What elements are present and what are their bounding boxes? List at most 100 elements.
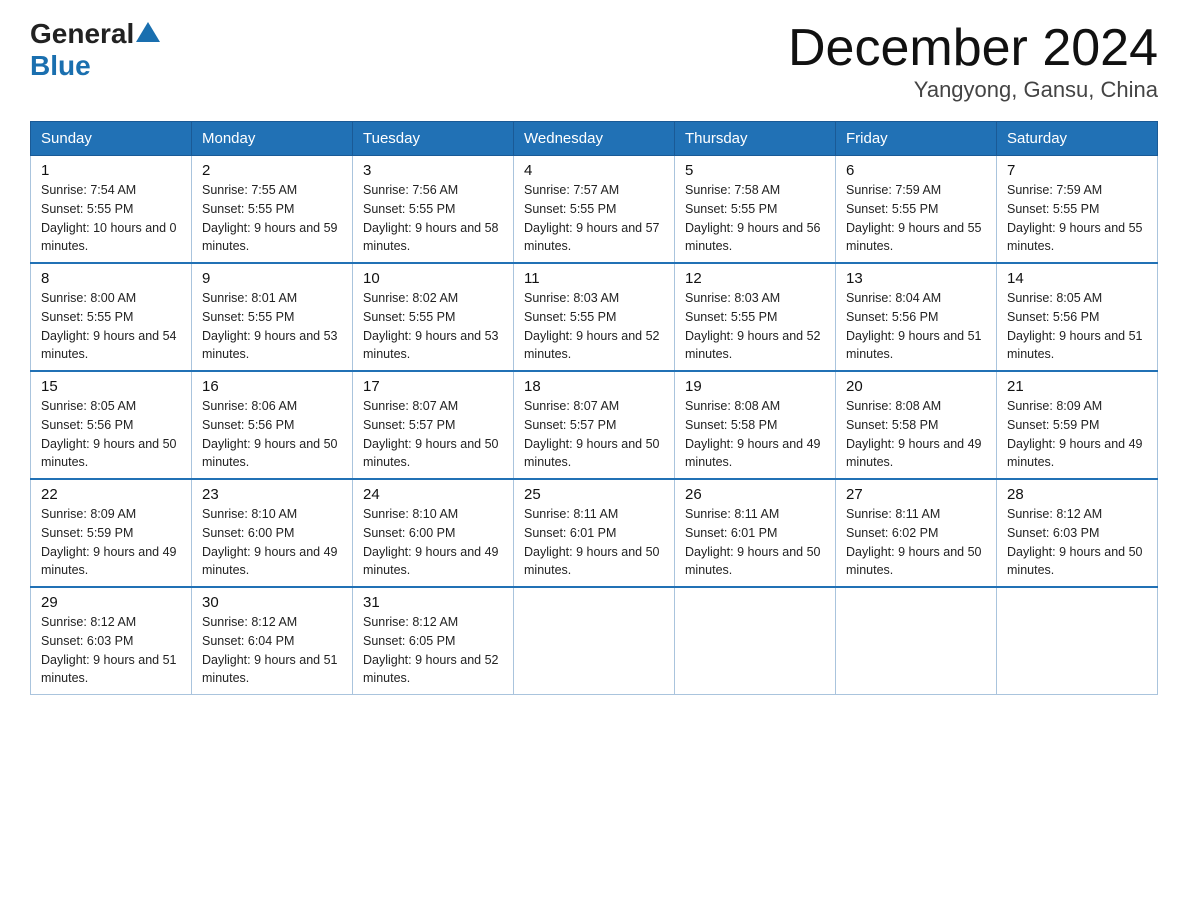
day-number: 6 bbox=[846, 162, 986, 179]
day-info: Sunrise: 7:59 AMSunset: 5:55 PMDaylight:… bbox=[846, 183, 982, 253]
day-info: Sunrise: 8:11 AMSunset: 6:02 PMDaylight:… bbox=[846, 507, 982, 577]
col-friday: Friday bbox=[836, 122, 997, 156]
day-info: Sunrise: 8:05 AMSunset: 5:56 PMDaylight:… bbox=[41, 399, 177, 469]
day-info: Sunrise: 7:56 AMSunset: 5:55 PMDaylight:… bbox=[363, 183, 499, 253]
day-info: Sunrise: 8:05 AMSunset: 5:56 PMDaylight:… bbox=[1007, 291, 1143, 361]
day-number: 24 bbox=[363, 486, 503, 503]
day-number: 31 bbox=[363, 594, 503, 611]
day-info: Sunrise: 8:07 AMSunset: 5:57 PMDaylight:… bbox=[363, 399, 499, 469]
title-area: December 2024 Yangyong, Gansu, China bbox=[788, 20, 1158, 103]
day-info: Sunrise: 8:03 AMSunset: 5:55 PMDaylight:… bbox=[524, 291, 660, 361]
calendar-week-row: 8 Sunrise: 8:00 AMSunset: 5:55 PMDayligh… bbox=[31, 263, 1158, 371]
calendar-week-row: 22 Sunrise: 8:09 AMSunset: 5:59 PMDaylig… bbox=[31, 479, 1158, 587]
day-number: 3 bbox=[363, 162, 503, 179]
location-subtitle: Yangyong, Gansu, China bbox=[788, 77, 1158, 103]
day-info: Sunrise: 8:12 AMSunset: 6:05 PMDaylight:… bbox=[363, 615, 499, 685]
day-number: 14 bbox=[1007, 270, 1147, 287]
day-number: 30 bbox=[202, 594, 342, 611]
calendar-body: 1 Sunrise: 7:54 AMSunset: 5:55 PMDayligh… bbox=[31, 156, 1158, 695]
day-info: Sunrise: 7:59 AMSunset: 5:55 PMDaylight:… bbox=[1007, 183, 1143, 253]
calendar-week-row: 1 Sunrise: 7:54 AMSunset: 5:55 PMDayligh… bbox=[31, 156, 1158, 264]
calendar-day-cell: 26 Sunrise: 8:11 AMSunset: 6:01 PMDaylig… bbox=[675, 479, 836, 587]
calendar-day-cell: 15 Sunrise: 8:05 AMSunset: 5:56 PMDaylig… bbox=[31, 371, 192, 479]
day-info: Sunrise: 8:01 AMSunset: 5:55 PMDaylight:… bbox=[202, 291, 338, 361]
calendar-day-cell: 14 Sunrise: 8:05 AMSunset: 5:56 PMDaylig… bbox=[997, 263, 1158, 371]
day-number: 20 bbox=[846, 378, 986, 395]
header-row: Sunday Monday Tuesday Wednesday Thursday… bbox=[31, 122, 1158, 156]
calendar-day-cell bbox=[997, 587, 1158, 695]
calendar-day-cell: 21 Sunrise: 8:09 AMSunset: 5:59 PMDaylig… bbox=[997, 371, 1158, 479]
day-number: 22 bbox=[41, 486, 181, 503]
calendar-day-cell: 16 Sunrise: 8:06 AMSunset: 5:56 PMDaylig… bbox=[192, 371, 353, 479]
day-number: 15 bbox=[41, 378, 181, 395]
calendar-day-cell: 27 Sunrise: 8:11 AMSunset: 6:02 PMDaylig… bbox=[836, 479, 997, 587]
day-number: 17 bbox=[363, 378, 503, 395]
calendar-day-cell: 20 Sunrise: 8:08 AMSunset: 5:58 PMDaylig… bbox=[836, 371, 997, 479]
day-info: Sunrise: 8:00 AMSunset: 5:55 PMDaylight:… bbox=[41, 291, 177, 361]
day-info: Sunrise: 8:12 AMSunset: 6:03 PMDaylight:… bbox=[1007, 507, 1143, 577]
calendar-day-cell: 24 Sunrise: 8:10 AMSunset: 6:00 PMDaylig… bbox=[353, 479, 514, 587]
day-number: 12 bbox=[685, 270, 825, 287]
day-number: 19 bbox=[685, 378, 825, 395]
day-info: Sunrise: 8:02 AMSunset: 5:55 PMDaylight:… bbox=[363, 291, 499, 361]
day-number: 8 bbox=[41, 270, 181, 287]
calendar-day-cell: 30 Sunrise: 8:12 AMSunset: 6:04 PMDaylig… bbox=[192, 587, 353, 695]
calendar-day-cell: 3 Sunrise: 7:56 AMSunset: 5:55 PMDayligh… bbox=[353, 156, 514, 264]
calendar-day-cell bbox=[514, 587, 675, 695]
logo: General Blue bbox=[30, 20, 162, 82]
day-number: 4 bbox=[524, 162, 664, 179]
day-number: 18 bbox=[524, 378, 664, 395]
calendar-day-cell: 18 Sunrise: 8:07 AMSunset: 5:57 PMDaylig… bbox=[514, 371, 675, 479]
logo-general-text: General bbox=[30, 20, 134, 48]
day-number: 5 bbox=[685, 162, 825, 179]
day-info: Sunrise: 8:11 AMSunset: 6:01 PMDaylight:… bbox=[685, 507, 821, 577]
day-number: 9 bbox=[202, 270, 342, 287]
col-sunday: Sunday bbox=[31, 122, 192, 156]
day-info: Sunrise: 8:09 AMSunset: 5:59 PMDaylight:… bbox=[1007, 399, 1143, 469]
day-info: Sunrise: 7:54 AMSunset: 5:55 PMDaylight:… bbox=[41, 183, 177, 253]
calendar-day-cell: 17 Sunrise: 8:07 AMSunset: 5:57 PMDaylig… bbox=[353, 371, 514, 479]
day-info: Sunrise: 8:10 AMSunset: 6:00 PMDaylight:… bbox=[363, 507, 499, 577]
page-header: General Blue December 2024 Yangyong, Gan… bbox=[30, 20, 1158, 103]
day-info: Sunrise: 7:58 AMSunset: 5:55 PMDaylight:… bbox=[685, 183, 821, 253]
calendar-day-cell: 5 Sunrise: 7:58 AMSunset: 5:55 PMDayligh… bbox=[675, 156, 836, 264]
day-number: 23 bbox=[202, 486, 342, 503]
calendar-day-cell: 7 Sunrise: 7:59 AMSunset: 5:55 PMDayligh… bbox=[997, 156, 1158, 264]
day-info: Sunrise: 7:55 AMSunset: 5:55 PMDaylight:… bbox=[202, 183, 338, 253]
logo-triangle-icon bbox=[136, 22, 160, 42]
day-info: Sunrise: 7:57 AMSunset: 5:55 PMDaylight:… bbox=[524, 183, 660, 253]
calendar-day-cell: 29 Sunrise: 8:12 AMSunset: 6:03 PMDaylig… bbox=[31, 587, 192, 695]
col-saturday: Saturday bbox=[997, 122, 1158, 156]
calendar-day-cell: 23 Sunrise: 8:10 AMSunset: 6:00 PMDaylig… bbox=[192, 479, 353, 587]
calendar-day-cell: 6 Sunrise: 7:59 AMSunset: 5:55 PMDayligh… bbox=[836, 156, 997, 264]
day-number: 29 bbox=[41, 594, 181, 611]
day-info: Sunrise: 8:08 AMSunset: 5:58 PMDaylight:… bbox=[846, 399, 982, 469]
calendar-header: Sunday Monday Tuesday Wednesday Thursday… bbox=[31, 122, 1158, 156]
day-number: 26 bbox=[685, 486, 825, 503]
day-number: 2 bbox=[202, 162, 342, 179]
calendar-day-cell: 1 Sunrise: 7:54 AMSunset: 5:55 PMDayligh… bbox=[31, 156, 192, 264]
col-tuesday: Tuesday bbox=[353, 122, 514, 156]
logo-blue-text: Blue bbox=[30, 50, 91, 81]
day-info: Sunrise: 8:03 AMSunset: 5:55 PMDaylight:… bbox=[685, 291, 821, 361]
calendar-table: Sunday Monday Tuesday Wednesday Thursday… bbox=[30, 121, 1158, 695]
day-number: 7 bbox=[1007, 162, 1147, 179]
calendar-day-cell: 31 Sunrise: 8:12 AMSunset: 6:05 PMDaylig… bbox=[353, 587, 514, 695]
day-info: Sunrise: 8:06 AMSunset: 5:56 PMDaylight:… bbox=[202, 399, 338, 469]
day-number: 25 bbox=[524, 486, 664, 503]
month-title: December 2024 bbox=[788, 20, 1158, 77]
calendar-day-cell: 12 Sunrise: 8:03 AMSunset: 5:55 PMDaylig… bbox=[675, 263, 836, 371]
calendar-day-cell: 25 Sunrise: 8:11 AMSunset: 6:01 PMDaylig… bbox=[514, 479, 675, 587]
col-monday: Monday bbox=[192, 122, 353, 156]
day-number: 21 bbox=[1007, 378, 1147, 395]
day-info: Sunrise: 8:12 AMSunset: 6:04 PMDaylight:… bbox=[202, 615, 338, 685]
calendar-week-row: 29 Sunrise: 8:12 AMSunset: 6:03 PMDaylig… bbox=[31, 587, 1158, 695]
col-wednesday: Wednesday bbox=[514, 122, 675, 156]
day-number: 10 bbox=[363, 270, 503, 287]
calendar-day-cell: 11 Sunrise: 8:03 AMSunset: 5:55 PMDaylig… bbox=[514, 263, 675, 371]
day-number: 16 bbox=[202, 378, 342, 395]
calendar-day-cell: 8 Sunrise: 8:00 AMSunset: 5:55 PMDayligh… bbox=[31, 263, 192, 371]
calendar-day-cell: 9 Sunrise: 8:01 AMSunset: 5:55 PMDayligh… bbox=[192, 263, 353, 371]
day-info: Sunrise: 8:12 AMSunset: 6:03 PMDaylight:… bbox=[41, 615, 177, 685]
day-info: Sunrise: 8:07 AMSunset: 5:57 PMDaylight:… bbox=[524, 399, 660, 469]
